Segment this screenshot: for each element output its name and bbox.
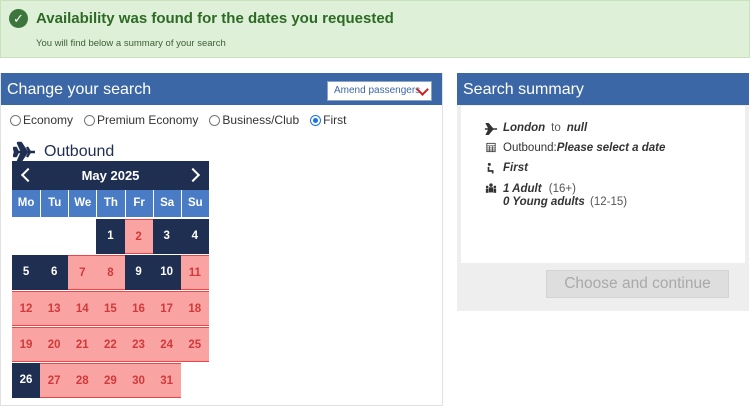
calendar-day-unavailable: 22 <box>96 327 125 362</box>
cabin-label: Premium Economy <box>97 113 199 127</box>
summary-outbound: Outbound: Please select a date <box>483 142 665 156</box>
outbound-heading: Outbound <box>13 141 114 163</box>
weekday-header: Sa <box>152 190 181 217</box>
calendar-day-unavailable: 28 <box>68 363 97 398</box>
calendar-week: 12 13 14 15 16 17 18 <box>12 290 209 326</box>
calendar-empty-cell <box>68 219 97 254</box>
calendar-week: 19 20 21 22 23 24 25 <box>12 326 209 362</box>
amend-passengers-label: Amend passengers <box>334 85 421 96</box>
calendar-icon <box>483 142 499 156</box>
calendar-empty-cell <box>180 363 209 398</box>
weekday-header: Fr <box>124 190 153 217</box>
calendar-month: May 2025 <box>81 168 140 183</box>
summary-cabin-value: First <box>503 162 528 174</box>
summary-body: London to null Outbound: Please select a… <box>461 106 745 263</box>
summary-young: 0 Young adults <box>503 196 585 208</box>
summary-adults: 1 Adult <box>503 183 542 195</box>
calendar-day-unavailable: 30 <box>124 363 153 398</box>
calendar-day-unavailable: 18 <box>180 291 209 326</box>
calendar-week: 26 27 28 29 30 31 <box>12 362 209 398</box>
calendar: May 2025 Mo Tu We Th Fr Sa Su 1 2 3 4 5 6 7 8 9 10 11 12 1… <box>12 161 209 398</box>
calendar-day-unavailable: 16 <box>124 291 153 326</box>
success-banner: ✓ Availability was found for the dates y… <box>0 0 750 58</box>
calendar-day-available[interactable]: 5 <box>12 255 41 290</box>
calendar-day-unavailable: 2 <box>124 219 153 254</box>
cabin-class-options: Economy Premium Economy Business/Club Fi… <box>10 113 357 127</box>
calendar-day-unavailable: 23 <box>124 327 153 362</box>
radio-economy[interactable] <box>10 114 21 126</box>
radio-premium-economy[interactable] <box>84 114 96 126</box>
summary-to: null <box>566 122 588 134</box>
weekday-header: Th <box>96 190 125 217</box>
calendar-day-unavailable: 31 <box>152 363 181 398</box>
calendar-weekdays: Mo Tu We Th Fr Sa Su <box>12 190 209 217</box>
calendar-day-unavailable: 14 <box>68 291 97 326</box>
calendar-day-available[interactable]: 9 <box>124 255 153 290</box>
radio-business[interactable] <box>209 114 221 126</box>
calendar-week: 5 6 7 8 9 10 11 <box>12 254 209 290</box>
summary-route: London to null <box>483 122 587 136</box>
cabin-option-economy[interactable]: Economy <box>10 113 73 127</box>
calendar-day-unavailable: 12 <box>12 291 41 326</box>
chevron-left-icon[interactable] <box>20 167 36 183</box>
passengers-icon <box>483 183 499 198</box>
weekday-header: Tu <box>40 190 69 217</box>
banner-subtitle: You will find below a summary of your se… <box>36 38 226 49</box>
calendar-day-unavailable: 15 <box>96 291 125 326</box>
summary-cabin: First <box>483 162 528 178</box>
plane-icon <box>13 141 35 163</box>
calendar-day-available[interactable]: 3 <box>152 219 181 254</box>
search-summary-title: Search summary <box>457 73 749 105</box>
calendar-empty-cell <box>12 219 41 254</box>
summary-outbound-value: Please select a date <box>556 142 666 154</box>
calendar-day-available[interactable]: 1 <box>96 219 125 254</box>
calendar-day-unavailable: 24 <box>152 327 181 362</box>
choose-and-continue-button[interactable]: Choose and continue <box>546 270 729 298</box>
cabin-label: Business/Club <box>222 113 300 127</box>
calendar-weeks: 1 2 3 4 5 6 7 8 9 10 11 12 13 14 15 16 17 18 19 20 21 22 23 24 2… <box>12 218 209 398</box>
summary-to-word: to <box>551 122 561 134</box>
calendar-day-unavailable: 11 <box>180 255 209 290</box>
calendar-header: May 2025 <box>12 161 209 190</box>
cabin-option-first[interactable]: First <box>310 113 346 127</box>
calendar-day-unavailable: 17 <box>152 291 181 326</box>
calendar-empty-cell <box>40 219 69 254</box>
chevron-right-icon[interactable] <box>185 167 201 183</box>
cabin-option-premium-economy[interactable]: Premium Economy <box>84 113 198 127</box>
calendar-day-unavailable: 8 <box>96 255 125 290</box>
outbound-label: Outbound <box>44 143 115 160</box>
summary-passengers: 1 Adult (16+) 0 Young adults (12-15) <box>483 183 627 208</box>
calendar-week: 1234 <box>12 218 209 254</box>
weekday-header: Mo <box>12 190 41 217</box>
cabin-label: Economy <box>23 113 74 127</box>
calendar-day-unavailable: 27 <box>40 363 69 398</box>
weekday-header: Su <box>180 190 209 217</box>
cabin-label: First <box>323 113 347 127</box>
summary-from: London <box>503 122 546 134</box>
change-search-panel: Change your search Amend passengers Econ… <box>0 73 443 406</box>
calendar-day-available[interactable]: 10 <box>152 255 181 290</box>
calendar-day-unavailable: 25 <box>180 327 209 362</box>
calendar-day-available[interactable]: 26 <box>12 363 41 398</box>
summary-young-age: (12-15) <box>590 196 628 208</box>
calendar-day-unavailable: 7 <box>68 255 97 290</box>
check-circle-icon: ✓ <box>9 9 28 28</box>
banner-title: Availability was found for the dates you… <box>36 10 394 27</box>
calendar-day-available[interactable]: 6 <box>40 255 69 290</box>
weekday-header: We <box>68 190 97 217</box>
cabin-option-business[interactable]: Business/Club <box>209 113 299 127</box>
radio-first[interactable] <box>310 114 322 126</box>
amend-passengers-button[interactable]: Amend passengers <box>327 81 432 101</box>
plane-icon <box>484 122 498 136</box>
calendar-day-unavailable: 19 <box>12 327 41 362</box>
calendar-day-available[interactable]: 4 <box>180 219 209 254</box>
summary-adults-age: (16+) <box>548 183 576 195</box>
calendar-day-unavailable: 21 <box>68 327 97 362</box>
seat-icon <box>483 162 499 178</box>
summary-outbound-label: Outbound: <box>503 142 557 154</box>
calendar-day-unavailable: 20 <box>40 327 69 362</box>
calendar-day-unavailable: 13 <box>40 291 69 326</box>
calendar-day-unavailable: 29 <box>96 363 125 398</box>
